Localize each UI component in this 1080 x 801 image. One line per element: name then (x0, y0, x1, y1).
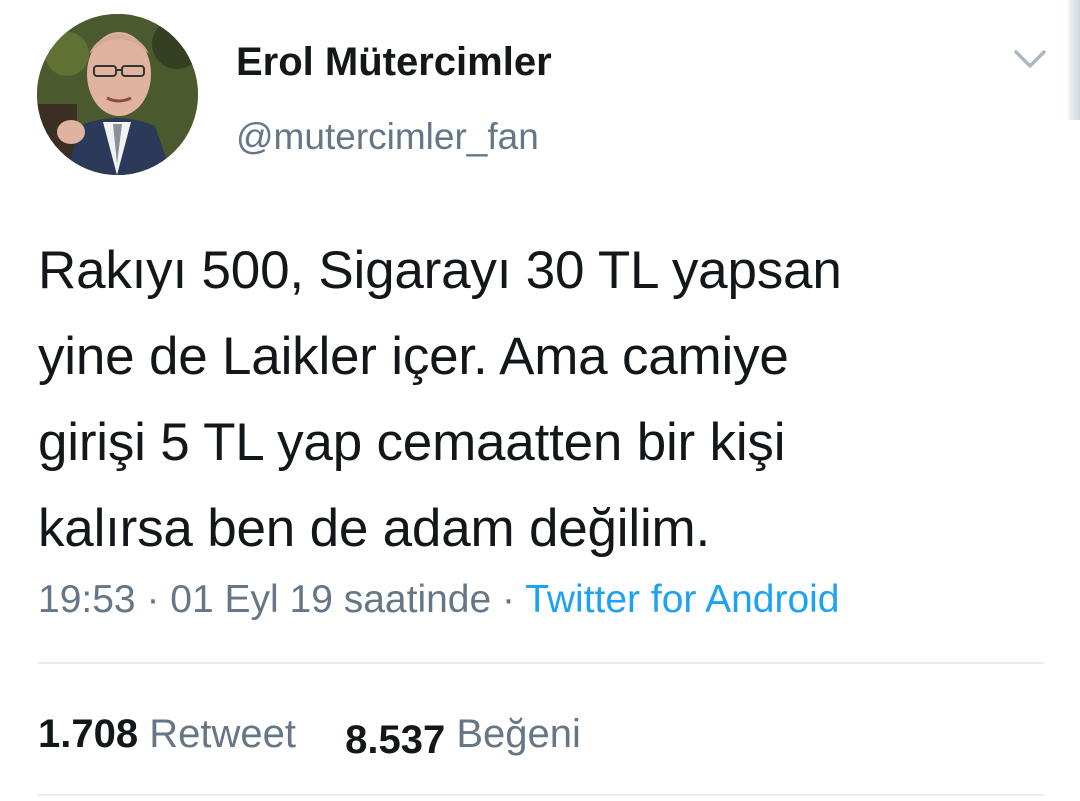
chevron-down-icon[interactable] (1010, 42, 1050, 76)
likes-label: Beğeni (456, 712, 581, 756)
likes-stat[interactable]: 8.537 Beğeni (345, 710, 581, 762)
meta-separator: · (146, 578, 160, 621)
tweet-time[interactable]: 19:53 (38, 578, 136, 621)
tweet-meta: 19:53 · 01 Eyl 19 saatinde · Twitter for… (38, 578, 840, 622)
tweet-stats: 1.708 Retweet 8.537 Beğeni (38, 710, 581, 762)
retweets-count: 1.708 (38, 712, 139, 756)
divider (38, 662, 1044, 664)
author-display-name[interactable]: Erol Mütercimler (236, 40, 552, 84)
screen-edge (1068, 0, 1080, 120)
meta-separator: · (502, 578, 516, 621)
retweets-stat[interactable]: 1.708 Retweet (38, 710, 296, 758)
tweet-source-link[interactable]: Twitter for Android (525, 578, 839, 621)
author-handle[interactable]: @mutercimler_fan (236, 116, 539, 158)
tweet-card: Erol Mütercimler @mutercimler_fan Rakıyı… (0, 0, 1080, 801)
tweet-text: Rakıyı 500, Sigarayı 30 TL yapsan yine d… (38, 241, 842, 558)
avatar-image (37, 14, 198, 175)
avatar[interactable] (37, 14, 198, 175)
tweet-date[interactable]: 01 Eyl 19 saatinde (170, 578, 491, 621)
likes-count: 8.537 (345, 718, 446, 762)
divider (38, 794, 1044, 796)
retweets-label: Retweet (149, 712, 296, 756)
